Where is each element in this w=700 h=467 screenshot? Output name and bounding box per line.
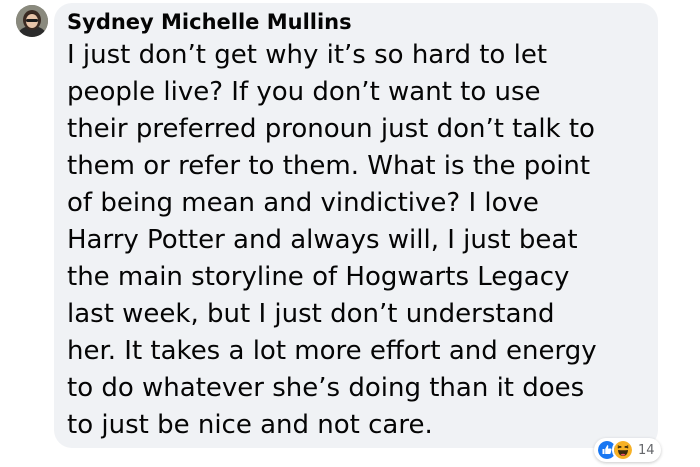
comment-text-line: of being mean and vindictive? I love bbox=[67, 188, 539, 218]
comment-text-line: last week, but I just don’t understand bbox=[67, 299, 555, 329]
comment-text-line: Harry Potter and always will, I just bea… bbox=[67, 225, 578, 255]
comment-text-line: the main storyline of Hogwarts Legacy bbox=[67, 262, 570, 292]
comment-text-line: to do whatever she’s doing than it does bbox=[67, 373, 585, 403]
comment-bubble: Sydney Michelle Mullins I just don’t get… bbox=[54, 3, 658, 448]
haha-icon bbox=[612, 439, 634, 461]
reactions-summary[interactable]: 14 bbox=[594, 438, 661, 462]
comment-screenshot: Sydney Michelle Mullins I just don’t get… bbox=[0, 0, 700, 467]
avatar[interactable] bbox=[16, 5, 48, 37]
reaction-count: 14 bbox=[638, 442, 655, 458]
comment-text-line: I just don’t get why it’s so hard to let bbox=[67, 40, 548, 70]
comment-text-line: them or refer to them. What is the point bbox=[67, 151, 591, 181]
profile-photo-icon bbox=[16, 5, 48, 37]
comment-text-line: people live? If you don’t want to use bbox=[67, 77, 541, 107]
comment-text-line: her. It takes a lot more effort and ener… bbox=[67, 336, 597, 366]
comment-body: I just don’t get why it’s so hard to let… bbox=[67, 37, 647, 444]
comment-text-line: their preferred pronoun just don’t talk … bbox=[67, 114, 595, 144]
comment-author-name[interactable]: Sydney Michelle Mullins bbox=[67, 8, 646, 36]
comment-text-line: to just be nice and not care. bbox=[67, 410, 433, 440]
